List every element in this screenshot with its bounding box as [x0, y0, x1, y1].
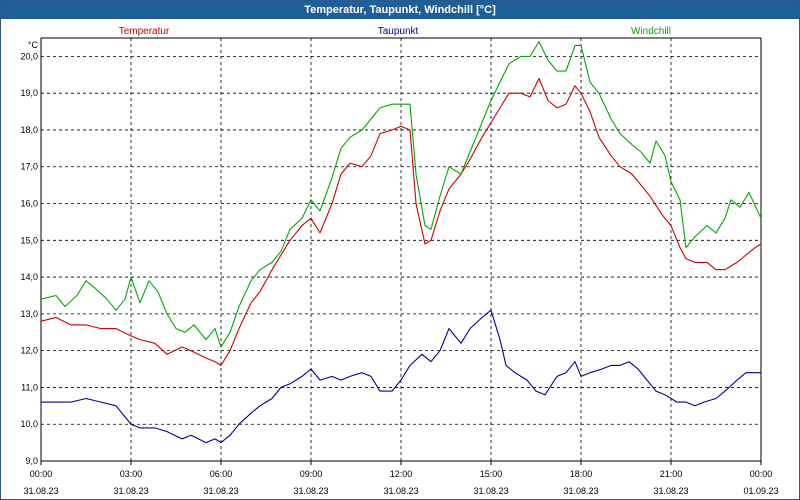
x-tick-label-date: 31.08.23	[113, 486, 148, 496]
legend-entry-temperatur: Temperatur	[119, 26, 170, 37]
x-tick-label-date: 31.08.23	[473, 486, 508, 496]
x-tick-label-date: 31.08.23	[293, 486, 328, 496]
x-tick-label-time: 12:00	[390, 469, 413, 479]
y-tick-label: 19,0	[20, 88, 38, 98]
x-tick-label-date: 01.09.23	[743, 486, 778, 496]
x-tick-label-time: 00:00	[30, 469, 53, 479]
y-tick-label: 12,0	[20, 346, 38, 356]
x-tick-label-time: 21:00	[660, 469, 683, 479]
x-tick-label-time: 18:00	[570, 469, 593, 479]
x-tick-label-date: 31.08.23	[203, 486, 238, 496]
y-tick-label: 15,0	[20, 235, 38, 245]
y-tick-label: 18,0	[20, 125, 38, 135]
x-tick-label-time: 09:00	[300, 469, 323, 479]
legend-entry-taupunkt: Taupunkt	[378, 26, 419, 37]
y-tick-label: 13,0	[20, 309, 38, 319]
y-tick-label: 11,0	[21, 382, 38, 392]
x-tick-label-time: 15:00	[480, 469, 503, 479]
legend-entry-windchill: Windchill	[631, 26, 671, 37]
chart-window: 9,0 10,0 11,0 12,0 13,0 14,0 15,0 16,0 17,0 18,0 1…	[0, 0, 800, 500]
y-tick-label: 17,0	[20, 162, 38, 172]
line-chart: 9,0 10,0 11,0 12,0 13,0 14,0 15,0 16,0 17,0 18,0 1…	[20, 26, 778, 496]
x-tick-label-time: 00:00	[750, 469, 773, 479]
chart-title: Temperatur, Taupunkt, Windchill [°C]	[1, 1, 799, 19]
y-tick-label: 10,0	[20, 419, 38, 429]
y-tick-label: 16,0	[20, 199, 38, 209]
x-tick-label-time: 06:00	[210, 469, 233, 479]
y-axis-label: °C	[28, 40, 39, 50]
y-tick-label: 14,0	[20, 272, 38, 282]
x-tick-label-time: 03:00	[120, 469, 143, 479]
y-tick-label: 9,0	[25, 456, 38, 466]
x-tick-label-date: 31.08.23	[23, 486, 58, 496]
x-tick-label-date: 31.08.23	[653, 486, 688, 496]
x-tick-label-date: 31.08.23	[383, 486, 418, 496]
y-tick-label: 20,0	[20, 51, 38, 61]
x-tick-label-date: 31.08.23	[563, 486, 598, 496]
